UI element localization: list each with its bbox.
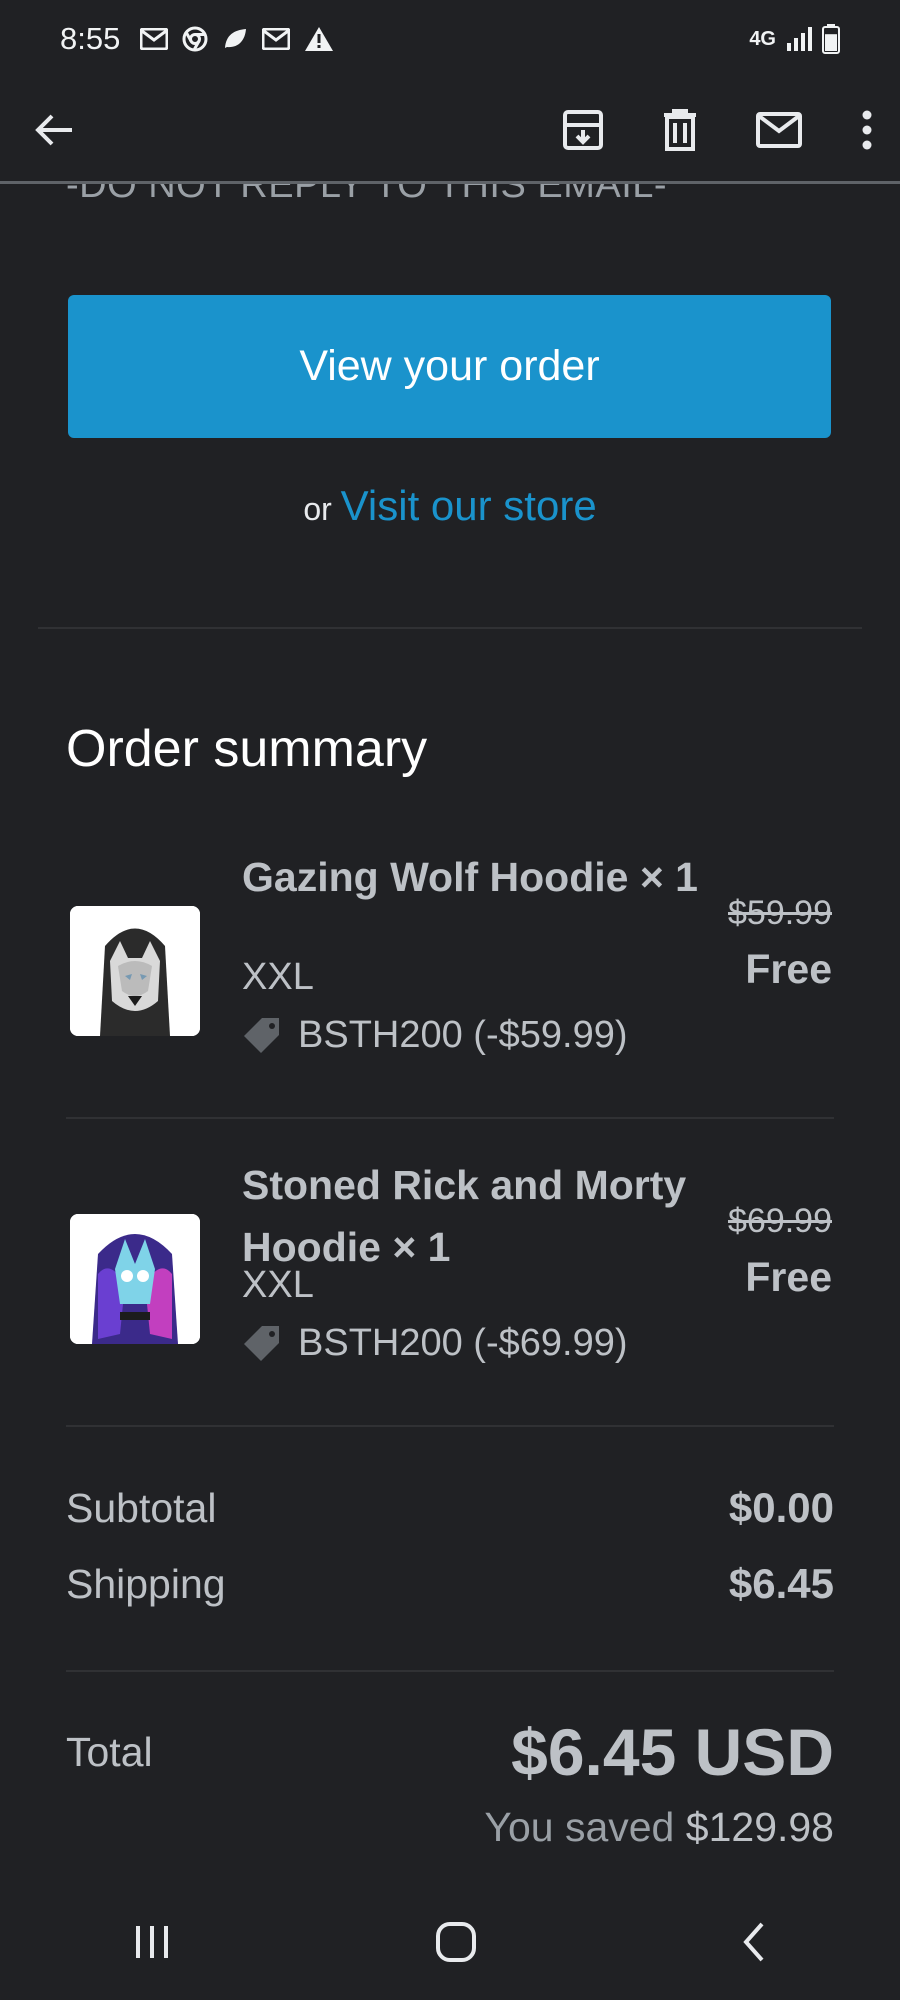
item-original-price: $59.99 [728, 894, 832, 932]
tag-icon [242, 1324, 282, 1364]
item-variant: XXL [242, 956, 314, 998]
battery-icon [822, 24, 840, 54]
item-divider [66, 1117, 834, 1119]
status-right: 4G [749, 24, 840, 54]
more-vertical-icon[interactable] [860, 110, 874, 150]
section-divider [38, 627, 862, 629]
shipping-value: $6.45 [728, 1560, 834, 1607]
network-type: 4G [749, 27, 776, 50]
home-icon[interactable] [435, 1921, 477, 1963]
archive-icon[interactable] [562, 109, 604, 151]
gmail-icon [262, 28, 291, 50]
status-bar: 8:55 4G [0, 0, 900, 78]
email-content: -DO NOT REPLY TO THIS EMAIL- View your o… [0, 184, 900, 1884]
no-reply-notice: -DO NOT REPLY TO THIS EMAIL- [66, 184, 668, 206]
visit-store-line: or Visit our store [0, 482, 900, 530]
discount-code: BSTH200 (-$59.99) [298, 1014, 628, 1056]
savings-line: You saved $129.98 [484, 1804, 834, 1851]
item-final-price: Free [745, 946, 832, 992]
nav-back-icon[interactable] [740, 1921, 768, 1963]
email-screen: 8:55 4G -DO NOT REPLY TO THIS EMAIL- Vie… [0, 0, 900, 2000]
product-thumbnail-wolf-hoodie [70, 906, 200, 1036]
mail-icon[interactable] [756, 111, 802, 148]
battery-fill [825, 34, 837, 51]
subtotal-label: Subtotal [66, 1485, 217, 1531]
signal-icon [786, 27, 812, 51]
visit-store-link[interactable]: Visit our store [341, 482, 597, 529]
status-left: 8:55 [60, 21, 334, 57]
item-original-price: $69.99 [728, 1202, 832, 1240]
item-final-price: Free [745, 1254, 832, 1300]
view-order-button[interactable]: View your order [68, 295, 831, 438]
order-summary-title: Order summary [66, 720, 428, 778]
gmail-icon [140, 28, 169, 50]
item-discount: BSTH200 (-$59.99) [242, 1014, 628, 1057]
warning-icon [304, 26, 334, 52]
item-name: Gazing Wolf Hoodie × 1 [242, 854, 698, 900]
item-discount: BSTH200 (-$69.99) [242, 1322, 628, 1365]
item-divider [66, 1425, 834, 1427]
subtotal-value: $0.00 [728, 1484, 834, 1531]
shipping-row: Shipping $6.45 [66, 1560, 834, 1608]
app-bar [0, 78, 900, 184]
app-bar-actions [562, 108, 874, 151]
total-value: $6.45 USD [511, 1715, 834, 1789]
tag-icon [242, 1016, 282, 1056]
totals-divider [66, 1670, 834, 1672]
discount-code: BSTH200 (-$69.99) [298, 1322, 628, 1364]
subtotal-row: Subtotal $0.00 [66, 1484, 834, 1532]
or-text: or [303, 491, 332, 527]
product-thumbnail-rick-morty-hoodie [70, 1214, 200, 1344]
recents-icon[interactable] [132, 1924, 172, 1960]
leaf-icon [222, 27, 248, 51]
total-label: Total [66, 1728, 153, 1775]
status-time: 8:55 [60, 21, 121, 56]
item-name: Stoned Rick and Morty Hoodie × 1 [242, 1162, 687, 1270]
chrome-icon [182, 26, 208, 52]
order-item: Stoned Rick and Morty Hoodie × 1 XXL BST… [66, 1154, 836, 1404]
order-item: Gazing Wolf Hoodie × 1 XXL BSTH200 (-$59… [66, 846, 836, 1096]
item-variant: XXL [242, 1264, 314, 1306]
shipping-label: Shipping [66, 1561, 226, 1607]
back-arrow-icon[interactable] [34, 112, 74, 148]
total-row: Total $6.45 USD [66, 1714, 834, 1790]
system-nav-bar [0, 1884, 900, 2000]
saved-value: $129.98 [685, 1804, 834, 1850]
trash-icon[interactable] [662, 108, 698, 151]
saved-label: You saved [484, 1804, 675, 1850]
